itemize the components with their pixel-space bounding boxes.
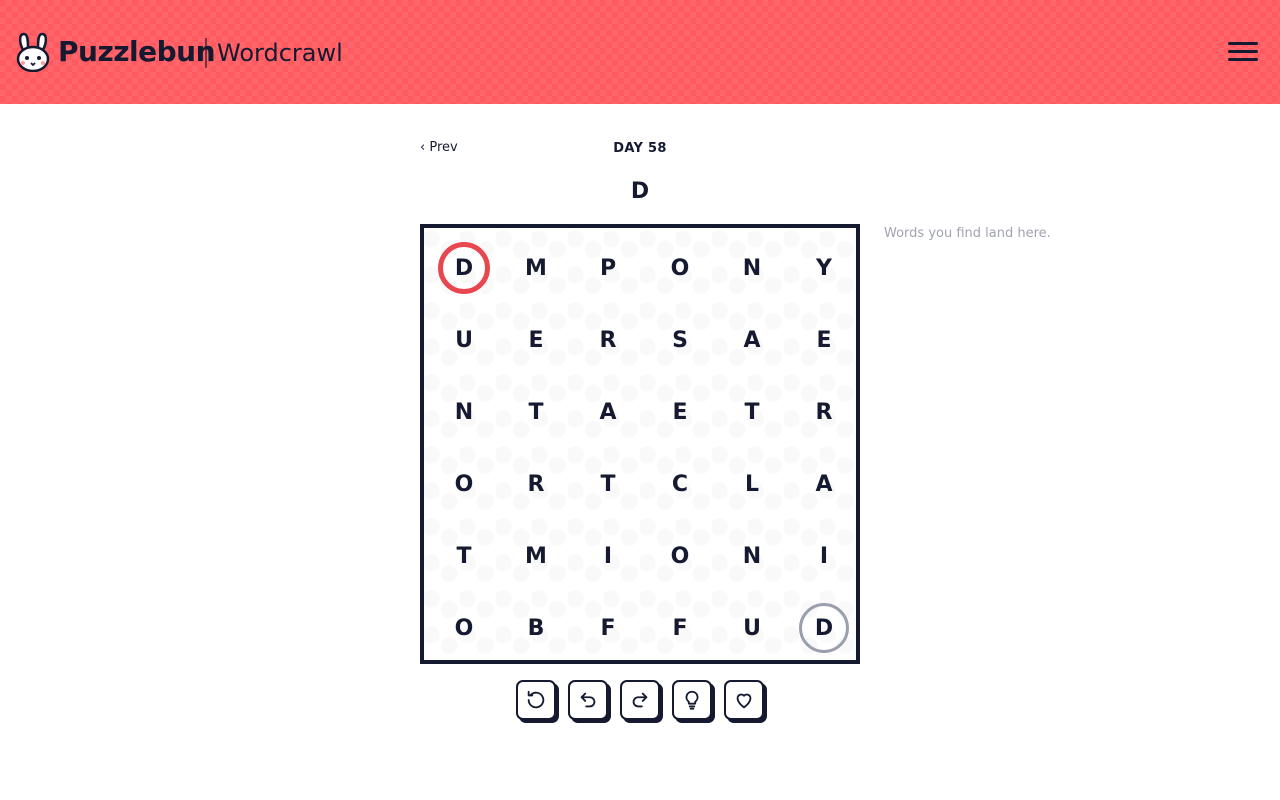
- grid-cell[interactable]: O: [428, 592, 500, 664]
- grid-letter: R: [527, 471, 545, 497]
- day-label: DAY 58: [613, 141, 667, 156]
- grid-letter: S: [672, 327, 688, 353]
- grid-cell[interactable]: A: [572, 376, 644, 448]
- grid-cell[interactable]: D: [428, 232, 500, 304]
- grid-cell[interactable]: M: [500, 232, 572, 304]
- grid-cell[interactable]: A: [788, 448, 860, 520]
- product-name: Wordcrawl: [217, 39, 343, 67]
- grid-letter: O: [670, 255, 690, 281]
- reset-icon: [527, 690, 545, 709]
- grid-letter: P: [599, 255, 617, 281]
- hamburger-menu-icon[interactable]: [1228, 40, 1260, 64]
- grid-letter: I: [819, 543, 829, 569]
- grid-letter: I: [603, 543, 613, 569]
- favorite-button[interactable]: [724, 680, 764, 720]
- reset-button[interactable]: [516, 680, 556, 720]
- grid-cell[interactable]: R: [500, 448, 572, 520]
- grid-cell[interactable]: T: [500, 376, 572, 448]
- grid-cell[interactable]: C: [644, 448, 716, 520]
- grid-letter: E: [816, 327, 832, 353]
- grid-cell[interactable]: F: [572, 592, 644, 664]
- grid-letter: A: [815, 471, 833, 497]
- grid-letter: L: [744, 471, 760, 497]
- grid-cell[interactable]: O: [644, 520, 716, 592]
- grid-letter: E: [528, 327, 544, 353]
- grid-cell[interactable]: U: [716, 592, 788, 664]
- prev-link[interactable]: ‹ Prev: [420, 140, 458, 155]
- bunny-logo-icon[interactable]: [15, 32, 51, 72]
- grid-cell[interactable]: I: [788, 520, 860, 592]
- grid-cell[interactable]: E: [644, 376, 716, 448]
- grid-cell[interactable]: I: [572, 520, 644, 592]
- current-word: D: [630, 179, 650, 204]
- grid-cell[interactable]: N: [716, 520, 788, 592]
- undo-button[interactable]: [568, 680, 608, 720]
- grid-cell[interactable]: B: [500, 592, 572, 664]
- grid-letter: O: [454, 471, 474, 497]
- grid-cell[interactable]: F: [644, 592, 716, 664]
- grid-cell[interactable]: T: [572, 448, 644, 520]
- grid-cell[interactable]: M: [500, 520, 572, 592]
- grid-letter: R: [815, 399, 833, 425]
- grid-cell[interactable]: L: [716, 448, 788, 520]
- grid-letter: C: [671, 471, 689, 497]
- grid-cell[interactable]: P: [572, 232, 644, 304]
- grid-letter: U: [455, 327, 473, 353]
- grid-cell[interactable]: T: [716, 376, 788, 448]
- grid-letter: T: [600, 471, 616, 497]
- grid-cell[interactable]: N: [428, 376, 500, 448]
- grid-cell[interactable]: D: [788, 592, 860, 664]
- grid-letter: M: [525, 543, 547, 569]
- undo-icon: [580, 692, 596, 708]
- grid-letter: A: [743, 327, 761, 353]
- grid-letter: D: [454, 255, 474, 281]
- grid-letter: F: [600, 615, 616, 641]
- grid-letter: R: [599, 327, 617, 353]
- menu-bar: [1228, 50, 1258, 53]
- lightbulb-icon: [685, 690, 699, 710]
- grid-letter: N: [742, 543, 762, 569]
- grid-cell[interactable]: E: [500, 304, 572, 376]
- grid-letter: N: [454, 399, 474, 425]
- grid-letter: D: [814, 615, 834, 641]
- grid-cell[interactable]: A: [716, 304, 788, 376]
- redo-button[interactable]: [620, 680, 660, 720]
- grid-cell[interactable]: E: [788, 304, 860, 376]
- hint-button[interactable]: [672, 680, 712, 720]
- grid-letter: F: [672, 615, 688, 641]
- grid-letter: T: [528, 399, 544, 425]
- grid-letter: T: [456, 543, 472, 569]
- grid-cell[interactable]: U: [428, 304, 500, 376]
- found-words-placeholder: Words you find land here.: [884, 226, 1051, 241]
- grid-letter: O: [454, 615, 474, 641]
- grid-cell[interactable]: N: [716, 232, 788, 304]
- grid-cell[interactable]: T: [428, 520, 500, 592]
- grid-cell[interactable]: Y: [788, 232, 860, 304]
- grid-letter: B: [527, 615, 545, 641]
- grid-letter: O: [670, 543, 690, 569]
- grid-cell[interactable]: O: [428, 448, 500, 520]
- grid-letter: U: [743, 615, 761, 641]
- letter-grid[interactable]: D M P O N Y U E R S A E N T A E T R O R T C L A T M I O N I O B F F U D: [420, 224, 860, 664]
- heart-icon: [736, 693, 752, 709]
- header-divider: [205, 38, 207, 68]
- grid-letter: N: [742, 255, 762, 281]
- grid-cell[interactable]: R: [788, 376, 860, 448]
- site-header: Puzzlebun Wordcrawl: [0, 0, 1280, 104]
- grid-letter: M: [525, 255, 547, 281]
- menu-bar: [1228, 42, 1258, 45]
- grid-letter: E: [672, 399, 688, 425]
- grid-letter: T: [744, 399, 760, 425]
- menu-bar: [1228, 58, 1258, 61]
- grid-letter: Y: [816, 255, 832, 281]
- grid-cell[interactable]: R: [572, 304, 644, 376]
- brand-name[interactable]: Puzzlebun: [58, 34, 216, 70]
- grid-letter: A: [599, 399, 617, 425]
- grid-cell[interactable]: O: [644, 232, 716, 304]
- grid-cell[interactable]: S: [644, 304, 716, 376]
- redo-icon: [632, 692, 648, 708]
- toolbar: [516, 680, 776, 724]
